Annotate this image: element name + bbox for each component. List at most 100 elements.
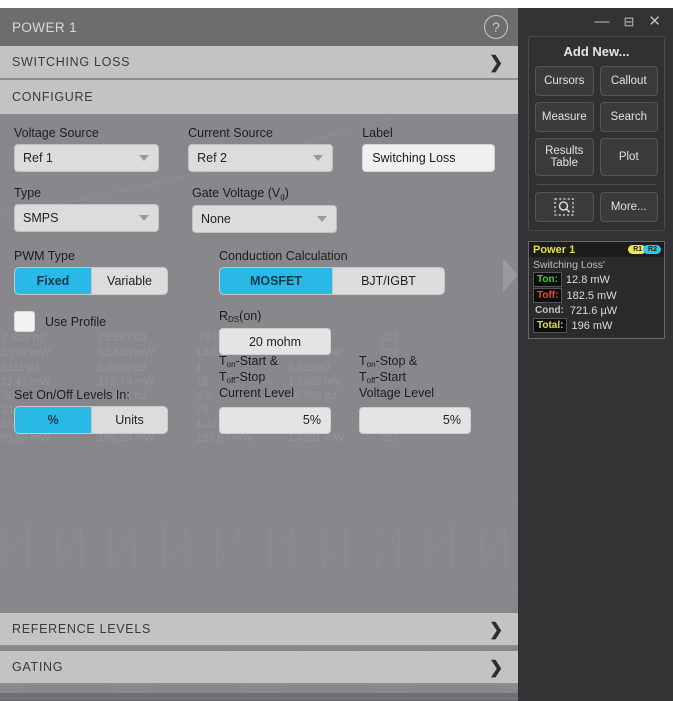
window-controls: — ⊟ ✕ xyxy=(518,8,673,34)
measurement-value: 196 mW xyxy=(571,320,612,332)
measurement-key: Total: xyxy=(533,318,567,333)
measurement-value: 721.6 µW xyxy=(570,305,617,317)
measurement-row: Total: 196 mW xyxy=(533,318,660,333)
chevron-down-icon xyxy=(139,155,149,161)
callout-button[interactable]: Callout xyxy=(600,66,659,96)
voltage-source-value: Ref 1 xyxy=(23,151,53,165)
set-levels-option-percent[interactable]: % xyxy=(15,407,91,433)
chevron-right-icon: ❯ xyxy=(489,659,504,676)
set-levels-in-toggle[interactable]: % Units xyxy=(14,406,168,434)
use-profile-row[interactable]: Use Profile xyxy=(14,311,219,332)
close-icon[interactable]: ✕ xyxy=(648,14,661,29)
label-input-value: Switching Loss xyxy=(372,151,455,165)
ghost-value: 193.29 mW xyxy=(98,432,154,444)
add-new-title: Add New... xyxy=(535,44,658,59)
pwm-type-option-fixed[interactable]: Fixed xyxy=(15,268,91,294)
add-new-panel: Add New... Cursors Callout Measure Searc… xyxy=(528,36,665,231)
measurement-key: Ton: xyxy=(533,272,562,287)
current-level-l1-sub: on xyxy=(227,360,236,369)
section-configure[interactable]: CONFIGURE xyxy=(0,80,518,114)
ghost-value: 1.4891 mW xyxy=(288,432,344,444)
ghost-value: 30 xyxy=(2,390,14,402)
voltage-level-value: 5% xyxy=(443,413,461,427)
more-button[interactable]: More... xyxy=(600,192,659,222)
ghost-value: 327 xyxy=(380,432,398,444)
gate-voltage-label: Gate Voltage (Vg) xyxy=(192,186,370,201)
help-icon[interactable]: ? xyxy=(484,15,508,39)
section-switching-loss[interactable]: SWITCHING LOSS ❯ xyxy=(0,46,518,80)
section-configure-label: CONFIGURE xyxy=(12,90,93,104)
voltage-level-l1-sub: on xyxy=(367,360,376,369)
set-levels-in-label: Set On/Off Levels In: xyxy=(14,388,219,402)
use-profile-label: Use Profile xyxy=(45,315,106,329)
page-title: POWER 1 xyxy=(12,20,77,35)
current-source-select[interactable]: Ref 2 xyxy=(188,144,333,172)
use-profile-checkbox[interactable] xyxy=(14,311,35,332)
voltage-source-label: Voltage Source xyxy=(14,126,188,140)
chevron-down-icon xyxy=(317,216,327,222)
chevron-right-icon: ❯ xyxy=(489,54,504,71)
app-root: POWER 1 ? SWITCHING LOSS ❯ CONFIGURE 7.9… xyxy=(0,0,673,701)
chevron-down-icon xyxy=(313,155,323,161)
voltage-level-l3: Voltage Level xyxy=(359,386,434,400)
measurement-row: Toff: 182.5 mW xyxy=(533,288,660,303)
voltage-level-input[interactable]: 5% xyxy=(359,407,471,434)
cursors-button[interactable]: Cursors xyxy=(535,66,594,96)
ghost-value: 75.547 nJ xyxy=(98,332,146,344)
ghost-value: 79.0 xyxy=(198,332,219,344)
set-levels-option-units[interactable]: Units xyxy=(91,407,167,433)
pwm-type-label: PWM Type xyxy=(14,249,219,263)
ghost-value: 7.923 nJ xyxy=(2,332,44,344)
section-reference-levels[interactable]: REFERENCE LEVELS ❯ xyxy=(0,613,518,647)
current-level-l2-pre: T xyxy=(219,370,227,384)
pwm-type-toggle[interactable]: Fixed Variable xyxy=(14,267,168,295)
type-label: Type xyxy=(14,186,192,200)
current-source-label: Current Source xyxy=(188,126,362,140)
measurement-value: 12.8 mW xyxy=(566,274,610,286)
voltage-level-l1-pre: T xyxy=(359,354,367,368)
chevron-down-icon xyxy=(139,215,149,221)
panel-header: POWER 1 ? xyxy=(0,8,518,46)
type-value: SMPS xyxy=(23,211,58,225)
panel-collapse-arrow[interactable] xyxy=(503,258,518,292)
measurement-value: 182.5 mW xyxy=(566,290,616,302)
voltage-source-select[interactable]: Ref 1 xyxy=(14,144,159,172)
zoom-area-button[interactable] xyxy=(535,192,594,222)
results-table-button[interactable]: Results Table xyxy=(535,138,594,176)
section-switching-loss-label: SWITCHING LOSS xyxy=(12,55,130,69)
measurement-subtitle: Switching Loss' xyxy=(533,259,660,271)
chevron-right-icon: ❯ xyxy=(489,621,504,638)
conduction-option-bjt-igbt[interactable]: BJT/IGBT xyxy=(332,268,444,294)
current-source-value: Ref 2 xyxy=(197,151,227,165)
add-new-button-grid: Cursors Callout Measure Search Results T… xyxy=(535,66,658,176)
conduction-option-mosfet[interactable]: MOSFET xyxy=(220,268,332,294)
measurement-badge-body: Switching Loss' Ton: 12.8 mW Toff: 182.5… xyxy=(529,257,664,338)
type-select[interactable]: SMPS xyxy=(14,204,159,232)
ghost-value: 199.67 mW xyxy=(196,432,252,444)
pwm-type-option-variable[interactable]: Variable xyxy=(91,268,167,294)
gate-voltage-select[interactable]: None xyxy=(192,205,337,233)
search-button[interactable]: Search xyxy=(600,102,659,132)
current-level-l3: Current Level xyxy=(219,386,294,400)
label-input[interactable]: Switching Loss xyxy=(362,144,495,172)
current-level-l2-post: -Stop xyxy=(235,370,265,384)
measurement-badge-title: Power 1 xyxy=(533,244,575,256)
voltage-level-l2-pre: T xyxy=(359,370,367,384)
restore-icon[interactable]: ⊟ xyxy=(624,15,635,28)
add-new-secondary-grid: More... xyxy=(535,192,658,222)
zoom-area-icon xyxy=(553,197,575,217)
sidebar-divider xyxy=(537,184,656,185)
minimize-icon[interactable]: — xyxy=(595,14,610,29)
conduction-calculation-label: Conduction Calculation xyxy=(219,249,445,263)
current-level-input[interactable]: 5% xyxy=(219,407,331,434)
measurement-badge[interactable]: Power 1 R1 R2 Switching Loss' Ton: 12.8 … xyxy=(528,241,665,339)
rds-on-value: 20 mohm xyxy=(249,335,301,349)
current-level-l1-pre: T xyxy=(219,354,227,368)
rds-on-input[interactable]: 20 mohm xyxy=(219,328,331,355)
measure-button[interactable]: Measure xyxy=(535,102,594,132)
conduction-calculation-toggle[interactable]: MOSFET BJT/IGBT xyxy=(219,267,445,295)
plot-button[interactable]: Plot xyxy=(600,138,659,176)
power-configuration-panel: POWER 1 ? SWITCHING LOSS ❯ CONFIGURE 7.9… xyxy=(0,8,518,693)
section-gating[interactable]: GATING ❯ xyxy=(0,651,518,685)
section-reference-levels-label: REFERENCE LEVELS xyxy=(12,622,151,636)
